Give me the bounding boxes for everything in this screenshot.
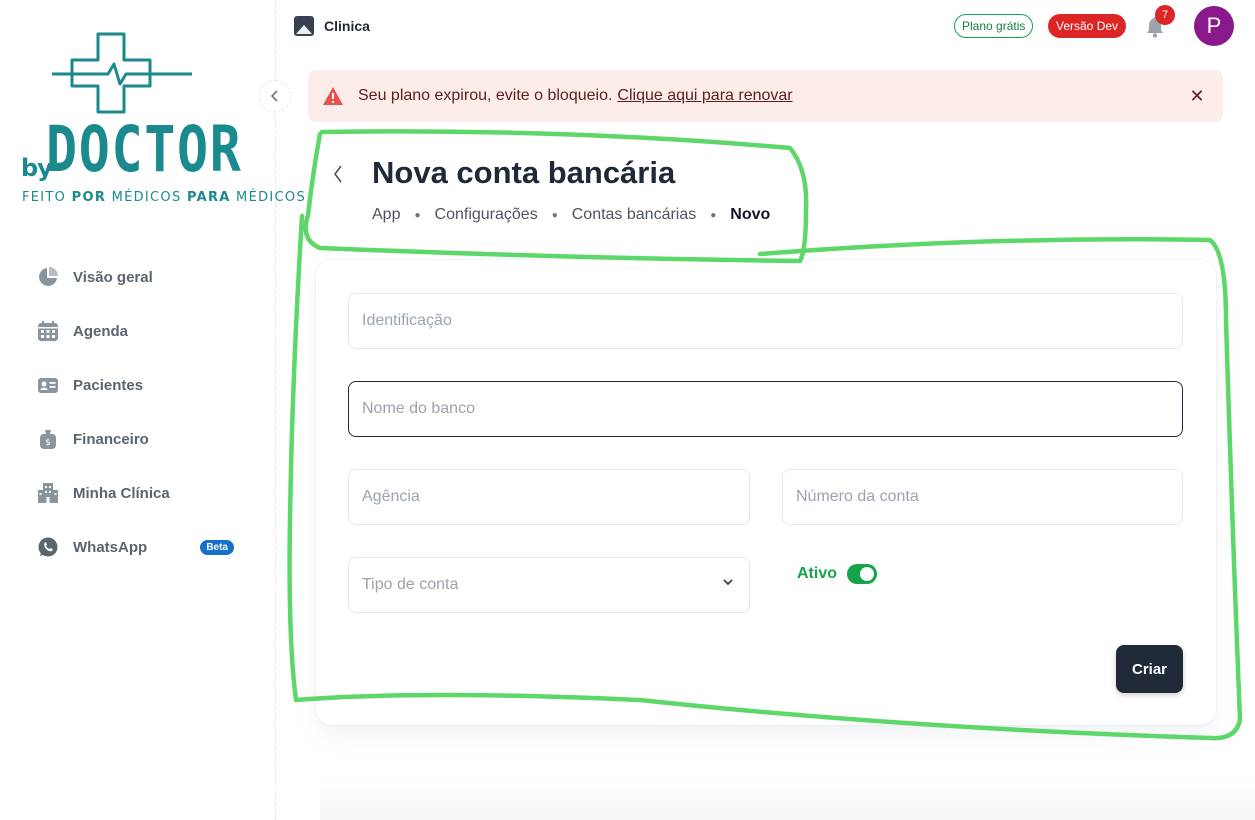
breadcrumb-separator: ● bbox=[551, 209, 558, 221]
sidebar-item-label: WhatsApp bbox=[73, 538, 148, 556]
numero-conta-input[interactable] bbox=[796, 470, 1182, 524]
notifications-button[interactable]: 7 bbox=[1137, 5, 1175, 45]
version-badge: Versão Dev bbox=[1048, 14, 1127, 38]
sidebar-item-whatsapp[interactable]: WhatsApp Beta bbox=[36, 520, 246, 574]
brand-logo[interactable]: by DOCTOR FEITO POR MÉDICOS PARA MÉDICOS bbox=[20, 30, 305, 210]
switch-knob bbox=[860, 567, 874, 581]
close-alert-button[interactable]: ✕ bbox=[1185, 84, 1209, 108]
breadcrumb: App ● Configurações ● Contas bancárias ●… bbox=[372, 206, 770, 224]
brand-tagline: FEITO POR MÉDICOS PARA MÉDICOS bbox=[22, 190, 306, 205]
page-title: Nova conta bancária bbox=[372, 155, 676, 190]
renew-plan-link[interactable]: Clique aqui para renovar bbox=[617, 87, 792, 105]
nome-banco-field[interactable] bbox=[348, 381, 1183, 437]
numero-conta-field[interactable] bbox=[782, 469, 1183, 525]
sidebar-item-visao-geral[interactable]: Visão geral bbox=[36, 250, 246, 304]
agencia-field[interactable] bbox=[348, 469, 750, 525]
beta-badge: Beta bbox=[200, 539, 234, 555]
nome-banco-input[interactable] bbox=[362, 382, 1182, 436]
topbar: Clinica Plano grátis Versão Dev 7 P bbox=[276, 0, 1255, 56]
building-icon bbox=[36, 481, 60, 505]
sidebar-nav: Visão geral Agenda Pacientes $ Financeir… bbox=[36, 250, 246, 574]
sidebar-item-label: Financeiro bbox=[73, 430, 149, 448]
clinic-name: Clinica bbox=[324, 18, 370, 34]
sidebar-item-label: Agenda bbox=[73, 322, 129, 340]
svg-text:$: $ bbox=[45, 438, 51, 448]
calendar-icon bbox=[36, 319, 60, 343]
brand-name: DOCTOR bbox=[46, 113, 243, 186]
breadcrumb-contas-bancarias[interactable]: Contas bancárias bbox=[572, 206, 697, 224]
sidebar-item-pacientes[interactable]: Pacientes bbox=[36, 358, 246, 412]
sidebar-item-agenda[interactable]: Agenda bbox=[36, 304, 246, 358]
plan-expired-alert: Seu plano expirou, evite o bloqueio. Cli… bbox=[308, 70, 1223, 122]
tipo-conta-select[interactable]: Tipo de conta bbox=[348, 557, 750, 613]
ativo-switch[interactable] bbox=[847, 564, 877, 584]
pie-chart-icon bbox=[36, 265, 60, 289]
notification-count: 7 bbox=[1155, 5, 1175, 25]
clinic-selector[interactable]: Clinica bbox=[294, 16, 370, 36]
identificacao-input[interactable] bbox=[362, 294, 1182, 348]
ativo-label: Ativo bbox=[797, 565, 837, 582]
collapse-sidebar-button[interactable] bbox=[259, 80, 291, 112]
back-button[interactable] bbox=[324, 160, 352, 188]
bottom-shadow bbox=[320, 780, 1255, 820]
chevron-left-icon bbox=[334, 165, 342, 183]
sidebar-item-label: Visão geral bbox=[73, 268, 153, 286]
breadcrumb-configuracoes[interactable]: Configurações bbox=[435, 206, 538, 224]
sidebar: by DOCTOR FEITO POR MÉDICOS PARA MÉDICOS… bbox=[0, 0, 305, 820]
plan-badge[interactable]: Plano grátis bbox=[954, 14, 1034, 38]
tipo-conta-placeholder: Tipo de conta bbox=[362, 576, 459, 593]
identificacao-field[interactable] bbox=[348, 293, 1183, 349]
money-bag-icon: $ bbox=[36, 427, 60, 451]
sidebar-item-financeiro[interactable]: $ Financeiro bbox=[36, 412, 246, 466]
chevron-left-icon bbox=[270, 90, 278, 102]
breadcrumb-app[interactable]: App bbox=[372, 206, 400, 224]
chevron-down-icon bbox=[723, 579, 733, 586]
medical-cross-icon bbox=[52, 32, 192, 114]
sidebar-item-minha-clinica[interactable]: Minha Clínica bbox=[36, 466, 246, 520]
create-button[interactable]: Criar bbox=[1116, 645, 1183, 693]
avatar[interactable]: P bbox=[1194, 6, 1234, 46]
breadcrumb-novo: Novo bbox=[730, 206, 771, 223]
ativo-toggle[interactable]: Ativo bbox=[797, 564, 877, 584]
breadcrumb-separator: ● bbox=[710, 209, 717, 221]
breadcrumb-separator: ● bbox=[414, 209, 421, 221]
whatsapp-icon bbox=[36, 535, 60, 559]
warning-icon bbox=[323, 87, 343, 105]
id-card-icon bbox=[36, 373, 60, 397]
alert-message: Seu plano expirou, evite o bloqueio. bbox=[358, 87, 613, 104]
sidebar-item-label: Pacientes bbox=[73, 376, 144, 394]
agencia-input[interactable] bbox=[362, 470, 749, 524]
sidebar-item-label: Minha Clínica bbox=[73, 484, 170, 502]
clinic-image-icon bbox=[294, 16, 314, 36]
